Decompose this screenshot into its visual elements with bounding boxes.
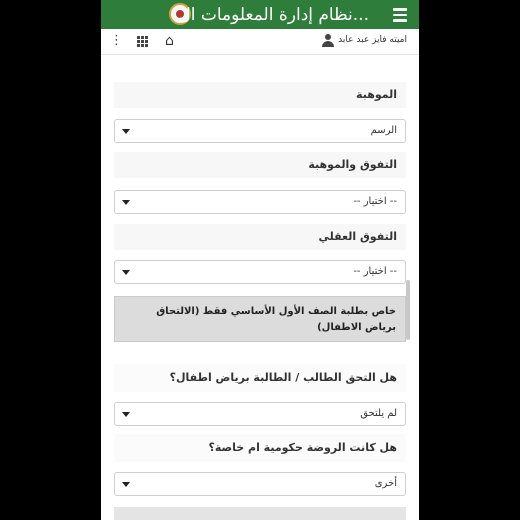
- kindergarten-type-select-value: أخرى: [374, 478, 397, 489]
- chevron-down-icon: [122, 412, 130, 417]
- user-name[interactable]: اميته فايز عبد عابد: [338, 35, 407, 45]
- talent-select-value: الرسم: [370, 125, 397, 136]
- mental-excellence-label: التفوق العقلي: [114, 224, 406, 250]
- excellence-select-value: -- اختيار --: [353, 196, 397, 207]
- excellence-select[interactable]: -- اختيار --: [114, 190, 406, 214]
- kindergarten-select-value: لم يلتحق: [360, 408, 397, 419]
- kindergarten-question-label: هل التحق الطالب / الطالبة برياض اطفال؟: [114, 364, 406, 392]
- next-section-header: [114, 507, 406, 520]
- home-icon[interactable]: ⌂: [165, 33, 174, 49]
- kindergarten-select[interactable]: لم يلتحق: [114, 402, 406, 426]
- app-screen: ...نظام إدارة المعلومات ال ⋮ ⌂ اميته فاي…: [101, 0, 419, 520]
- hamburger-icon[interactable]: [393, 8, 407, 22]
- scrollbar[interactable]: [406, 280, 410, 340]
- chevron-down-icon: [122, 270, 130, 275]
- more-vert-icon[interactable]: ⋮: [110, 33, 123, 49]
- chevron-down-icon: [122, 200, 130, 205]
- kindergarten-notice: خاص بطلبة الصف الأول الأساسي فقط (الالتح…: [114, 296, 406, 342]
- app-title: ...نظام إدارة المعلومات ال: [178, 5, 369, 25]
- excellence-label: التفوق والموهبة: [114, 152, 406, 178]
- app-header: ...نظام إدارة المعلومات ال: [101, 0, 419, 29]
- talent-label: الموهبة: [114, 82, 406, 108]
- talent-select[interactable]: الرسم: [114, 119, 406, 143]
- mental-excellence-select-value: -- اختيار --: [353, 266, 397, 277]
- user-icon: [322, 34, 334, 47]
- chevron-down-icon: [122, 129, 130, 134]
- kindergarten-type-select[interactable]: أخرى: [114, 472, 406, 496]
- kindergarten-type-label: هل كانت الروضة حكومية ام خاصة؟: [114, 434, 406, 462]
- apps-grid-icon[interactable]: [137, 36, 148, 47]
- chevron-down-icon: [122, 482, 130, 487]
- toolbar: ⋮ ⌂ اميته فايز عبد عابد: [101, 29, 419, 55]
- mental-excellence-select[interactable]: -- اختيار --: [114, 260, 406, 284]
